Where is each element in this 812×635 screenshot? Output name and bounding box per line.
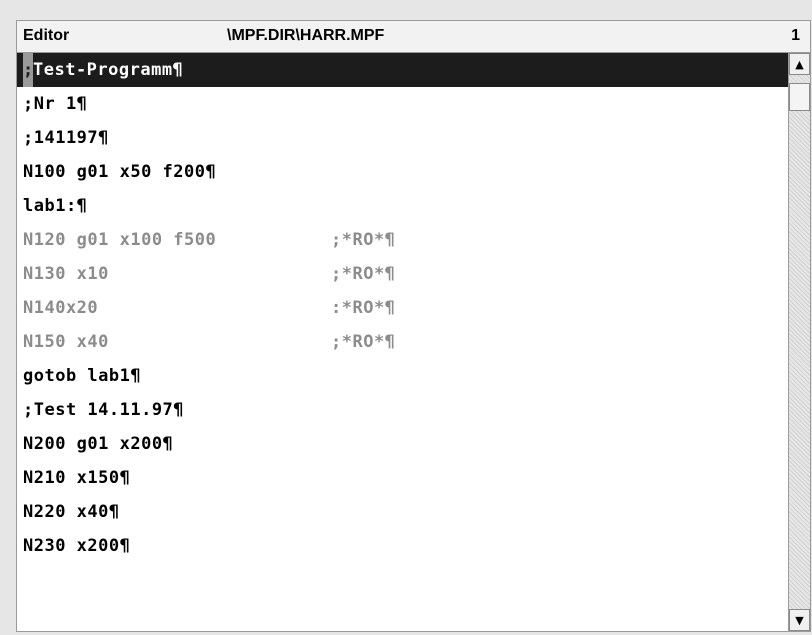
editor-line-readonly[interactable]: N150 x40 ;*RO*¶ xyxy=(23,325,723,359)
text-cursor: ; xyxy=(23,53,33,87)
editor-line[interactable]: ;Nr 1¶ xyxy=(23,87,87,121)
editor-line[interactable]: N100 g01 x50 f200¶ xyxy=(23,155,216,189)
vertical-scrollbar[interactable]: ▲ ▼ xyxy=(788,53,810,631)
editor-line[interactable]: gotob lab1¶ xyxy=(23,359,141,393)
arrow-up-icon: ▲ xyxy=(795,57,804,71)
line-comment: :*RO*¶ xyxy=(331,298,396,318)
line-text: N200 g01 x200¶ xyxy=(23,434,174,454)
file-path: \MPF.DIR\HARR.MPF xyxy=(227,27,385,44)
channel-number: 1 xyxy=(791,27,800,44)
editor-line-selected[interactable]: ;Test-Programm¶ xyxy=(17,53,789,87)
title-bar: Editor \MPF.DIR\HARR.MPF 1 xyxy=(17,21,810,53)
editor-line[interactable]: lab1:¶ xyxy=(23,189,87,223)
editor-line[interactable]: ;141197¶ xyxy=(23,121,109,155)
line-comment: ;*RO*¶ xyxy=(331,230,396,250)
line-text: ;141197¶ xyxy=(23,128,109,148)
line-text: N100 g01 x50 f200¶ xyxy=(23,162,217,182)
line-comment: ;*RO*¶ xyxy=(331,264,396,284)
line-text: gotob lab1¶ xyxy=(23,366,142,386)
line-text: N120 g01 x100 f500 xyxy=(23,230,217,250)
editor-line-readonly[interactable]: N140x20 :*RO*¶ xyxy=(23,291,723,325)
line-text: Test-Programm¶ xyxy=(33,60,184,80)
app-title: Editor xyxy=(23,27,70,44)
editor-line[interactable]: N210 x150¶ xyxy=(23,461,130,495)
editor-line[interactable]: N220 x40¶ xyxy=(23,495,120,529)
editor-line[interactable]: N200 g01 x200¶ xyxy=(23,427,173,461)
text-editor-area[interactable]: ;Test-Programm¶ ;Nr 1¶ ;141197¶ N100 g01… xyxy=(17,53,789,631)
line-text: N210 x150¶ xyxy=(23,468,131,488)
line-text: N230 x200¶ xyxy=(23,536,131,556)
line-text: N130 x10 xyxy=(23,264,109,284)
editor-window: Editor \MPF.DIR\HARR.MPF 1 ;Test-Program… xyxy=(16,20,811,632)
scroll-down-button[interactable]: ▼ xyxy=(789,609,810,631)
scroll-up-button[interactable]: ▲ xyxy=(789,53,810,75)
editor-line-readonly[interactable]: N130 x10 ;*RO*¶ xyxy=(23,257,723,291)
editor-line-readonly[interactable]: N120 g01 x100 f500 ;*RO*¶ xyxy=(23,223,723,257)
arrow-down-icon: ▼ xyxy=(795,613,804,627)
line-text: N220 x40¶ xyxy=(23,502,120,522)
line-text: ;Test 14.11.97¶ xyxy=(23,400,185,420)
line-text: lab1:¶ xyxy=(23,196,88,216)
line-text: N140x20 xyxy=(23,298,99,318)
scroll-thumb[interactable] xyxy=(789,83,810,111)
editor-line[interactable]: ;Test 14.11.97¶ xyxy=(23,393,184,427)
line-text: N150 x40 xyxy=(23,332,109,352)
line-comment: ;*RO*¶ xyxy=(331,332,396,352)
line-text: ;Nr 1¶ xyxy=(23,94,88,114)
editor-line[interactable]: N230 x200¶ xyxy=(23,529,130,563)
